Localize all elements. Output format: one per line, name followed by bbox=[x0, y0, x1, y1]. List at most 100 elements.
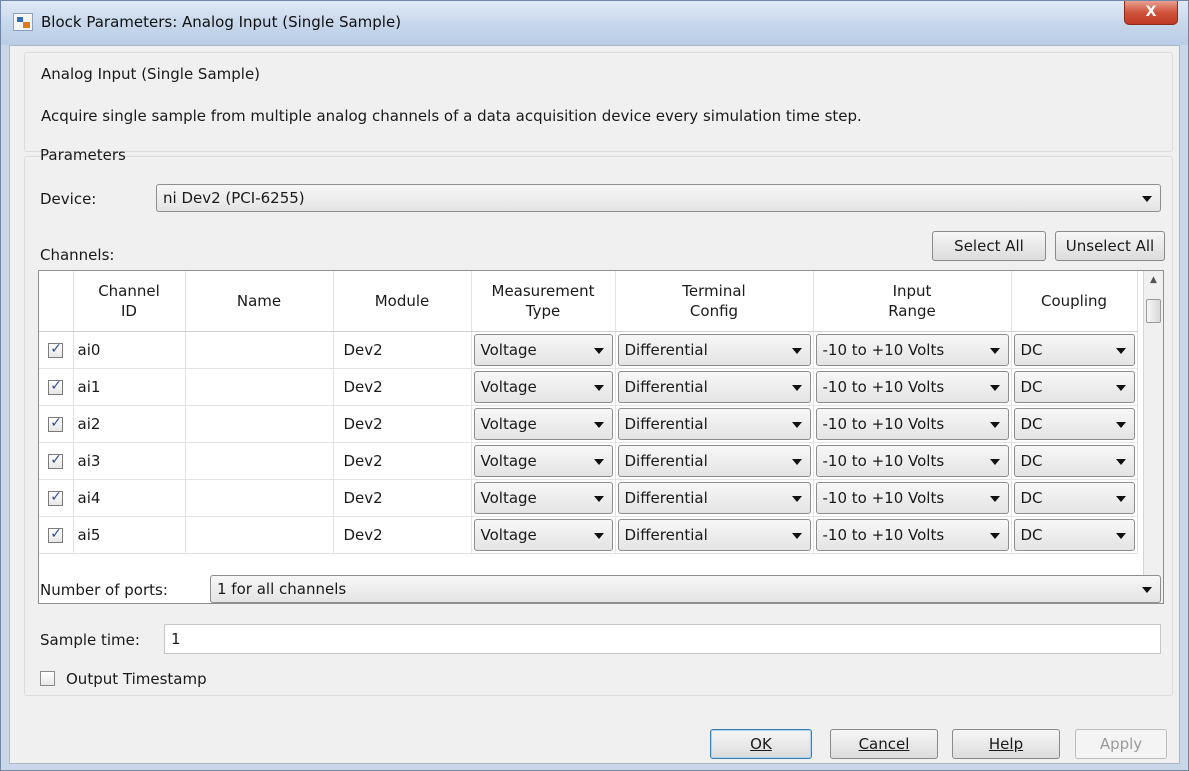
coupling-dropdown[interactable]: DC bbox=[1013, 481, 1135, 514]
device-dropdown[interactable]: ni Dev2 (PCI-6255) bbox=[156, 184, 1161, 212]
terminal-config-dropdown[interactable]: Differential bbox=[617, 444, 811, 477]
measurement-type-header[interactable]: Measurement Type bbox=[471, 271, 616, 332]
row-select-cell bbox=[39, 405, 74, 443]
terminal-config-dropdown[interactable]: Differential bbox=[617, 518, 811, 551]
chevron-down-icon bbox=[1115, 495, 1126, 502]
module-cell: Dev2 bbox=[333, 405, 472, 443]
coupling-header[interactable]: Coupling bbox=[1011, 271, 1138, 332]
name-header-label: Name bbox=[236, 291, 282, 310]
measurement-type-dropdown[interactable]: Voltage bbox=[473, 407, 613, 440]
terminal-config-dropdown[interactable]: Differential bbox=[617, 407, 811, 440]
sample-time-input[interactable]: 1 bbox=[164, 624, 1161, 654]
module-value: Dev2 bbox=[343, 377, 383, 396]
close-button[interactable]: X bbox=[1124, 1, 1178, 25]
coupling-dropdown[interactable]: DC bbox=[1013, 370, 1135, 403]
scroll-up-icon[interactable]: ▲ bbox=[1144, 271, 1163, 289]
ports-dropdown[interactable]: 1 for all channels bbox=[210, 575, 1161, 603]
table-body: ai0 Dev2 Voltage Differential -10 to +10 Vol… bbox=[39, 331, 1138, 554]
table-row: ai4 Dev2 Voltage Differential -10 to +10 Vol… bbox=[39, 479, 1138, 517]
channel-id-header-label: Channel ID bbox=[98, 281, 160, 320]
measurement-type-cell: Voltage bbox=[471, 368, 616, 406]
row-select-cell bbox=[39, 331, 74, 369]
input-range-dropdown[interactable]: -10 to +10 Volts bbox=[815, 407, 1009, 440]
row-checkbox[interactable] bbox=[48, 341, 64, 358]
terminal-config-header[interactable]: Terminal Config bbox=[615, 271, 814, 332]
row-checkbox[interactable] bbox=[48, 415, 64, 432]
input-range-cell: -10 to +10 Volts bbox=[813, 479, 1012, 517]
input-range-value: -10 to +10 Volts bbox=[822, 377, 945, 396]
coupling-dropdown[interactable]: DC bbox=[1013, 518, 1135, 551]
input-range-dropdown[interactable]: -10 to +10 Volts bbox=[815, 333, 1009, 366]
scroll-thumb[interactable] bbox=[1146, 299, 1161, 323]
module-header-label: Module bbox=[374, 291, 430, 310]
select-all-button[interactable]: Select All bbox=[932, 231, 1046, 261]
chevron-down-icon bbox=[989, 347, 1000, 354]
row-checkbox[interactable] bbox=[48, 526, 64, 543]
coupling-dropdown[interactable]: DC bbox=[1013, 333, 1135, 366]
measurement-type-dropdown[interactable]: Voltage bbox=[473, 481, 613, 514]
measurement-type-header-label: Measurement Type bbox=[491, 281, 595, 320]
coupling-dropdown[interactable]: DC bbox=[1013, 407, 1135, 440]
name-cell bbox=[185, 331, 334, 369]
coupling-cell: DC bbox=[1011, 368, 1138, 406]
terminal-config-dropdown[interactable]: Differential bbox=[617, 481, 811, 514]
terminal-config-cell: Differential bbox=[615, 331, 814, 369]
ports-label: Number of ports: bbox=[40, 581, 168, 599]
channel-id-header[interactable]: Channel ID bbox=[73, 271, 186, 332]
terminal-config-dropdown[interactable]: Differential bbox=[617, 333, 811, 366]
channel-id-cell: ai4 bbox=[73, 479, 186, 517]
table-scrollbar[interactable]: ▲ ▼ bbox=[1143, 271, 1163, 603]
chevron-down-icon bbox=[791, 495, 802, 502]
ok-button[interactable]: OK bbox=[710, 729, 812, 759]
row-checkbox[interactable] bbox=[48, 452, 64, 469]
input-range-value: -10 to +10 Volts bbox=[822, 488, 945, 507]
input-range-dropdown[interactable]: -10 to +10 Volts bbox=[815, 444, 1009, 477]
terminal-config-dropdown[interactable]: Differential bbox=[617, 370, 811, 403]
measurement-type-value: Voltage bbox=[480, 451, 537, 470]
output-timestamp-checkbox[interactable] bbox=[40, 671, 55, 686]
name-cell bbox=[185, 405, 334, 443]
chevron-down-icon bbox=[791, 421, 802, 428]
row-select-cell bbox=[39, 516, 74, 554]
terminal-config-cell: Differential bbox=[615, 442, 814, 480]
row-checkbox[interactable] bbox=[48, 378, 64, 395]
apply-button[interactable]: Apply bbox=[1075, 729, 1167, 759]
block-description: Acquire single sample from multiple anal… bbox=[41, 107, 862, 125]
coupling-cell: DC bbox=[1011, 405, 1138, 443]
table-row: ai0 Dev2 Voltage Differential -10 to +10 Vol… bbox=[39, 331, 1138, 369]
cancel-label: Cancel bbox=[858, 735, 910, 753]
channel-id-value: ai3 bbox=[77, 451, 101, 470]
input-range-dropdown[interactable]: -10 to +10 Volts bbox=[815, 518, 1009, 551]
chevron-down-icon bbox=[1115, 384, 1126, 391]
channel-id-value: ai0 bbox=[77, 340, 101, 359]
module-cell: Dev2 bbox=[333, 331, 472, 369]
measurement-type-dropdown[interactable]: Voltage bbox=[473, 444, 613, 477]
terminal-config-cell: Differential bbox=[615, 516, 814, 554]
measurement-type-dropdown[interactable]: Voltage bbox=[473, 370, 613, 403]
output-timestamp-label[interactable]: Output Timestamp bbox=[66, 670, 207, 688]
input-range-dropdown[interactable]: -10 to +10 Volts bbox=[815, 481, 1009, 514]
unselect-all-button[interactable]: Unselect All bbox=[1055, 231, 1165, 261]
chevron-down-icon bbox=[791, 384, 802, 391]
ports-value: 1 for all channels bbox=[217, 580, 347, 598]
chevron-down-icon bbox=[791, 532, 802, 539]
measurement-type-dropdown[interactable]: Voltage bbox=[473, 518, 613, 551]
terminal-config-cell: Differential bbox=[615, 479, 814, 517]
input-range-dropdown[interactable]: -10 to +10 Volts bbox=[815, 370, 1009, 403]
cancel-button[interactable]: Cancel bbox=[830, 729, 938, 759]
row-checkbox[interactable] bbox=[48, 489, 64, 506]
input-range-value: -10 to +10 Volts bbox=[822, 451, 945, 470]
measurement-type-dropdown[interactable]: Voltage bbox=[473, 333, 613, 366]
table-header-row: Channel ID Name Module Measurement Type … bbox=[39, 271, 1138, 332]
input-range-header[interactable]: Input Range bbox=[813, 271, 1012, 332]
name-header[interactable]: Name bbox=[185, 271, 334, 332]
module-header[interactable]: Module bbox=[333, 271, 472, 332]
terminal-config-cell: Differential bbox=[615, 368, 814, 406]
chevron-down-icon bbox=[1142, 196, 1152, 202]
table-row: ai5 Dev2 Voltage Differential -10 to +10 Vol… bbox=[39, 516, 1138, 554]
help-button[interactable]: Help bbox=[952, 729, 1060, 759]
coupling-dropdown[interactable]: DC bbox=[1013, 444, 1135, 477]
input-range-cell: -10 to +10 Volts bbox=[813, 405, 1012, 443]
row-select-cell bbox=[39, 479, 74, 517]
coupling-value: DC bbox=[1020, 377, 1043, 396]
